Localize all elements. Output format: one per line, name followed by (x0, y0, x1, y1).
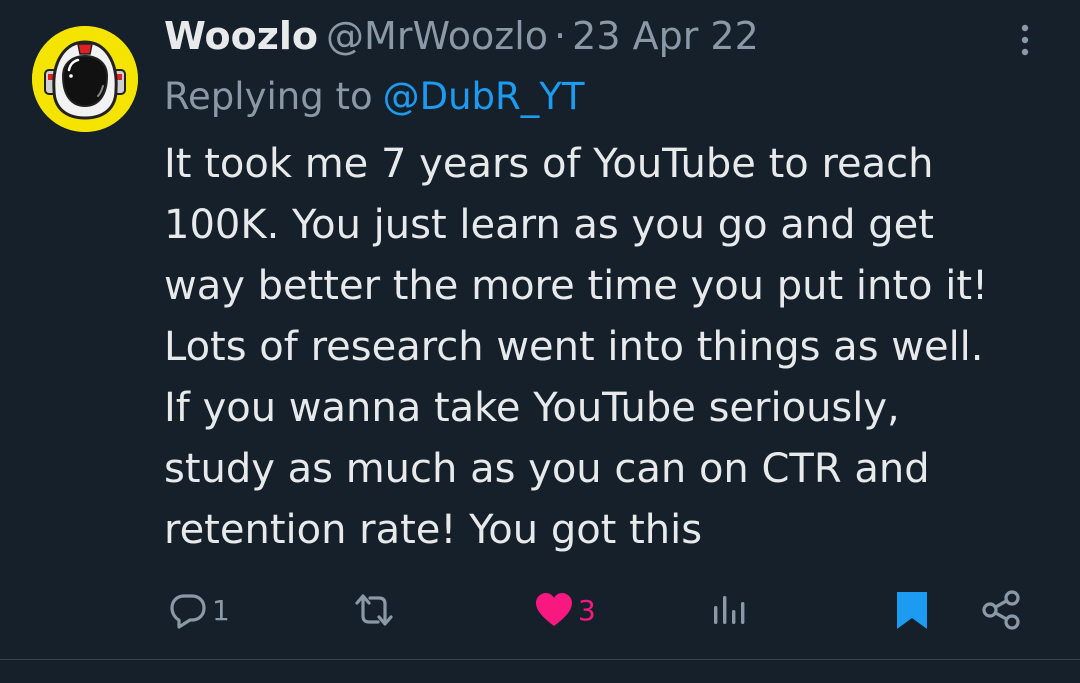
separator-dot: · (554, 14, 567, 58)
replying-to: Replying to @DubR_YT (164, 72, 584, 122)
user-handle[interactable]: @MrWoozlo (326, 14, 548, 58)
views-icon (714, 596, 745, 624)
display-name[interactable]: Woozlo (164, 14, 318, 58)
bookmark-button[interactable] (894, 580, 930, 640)
replying-to-label: Replying to (164, 75, 373, 118)
action-bar: 1 3 (0, 580, 1080, 640)
bookmark-icon (897, 592, 927, 629)
tweet-text-line: Lots of research went into things as wel… (164, 324, 984, 370)
tweet-text-line: way better the more time you put into it… (164, 263, 989, 309)
like-button[interactable]: 3 (534, 580, 596, 640)
reply-icon (170, 594, 206, 629)
like-count: 3 (578, 593, 596, 627)
tweet-text-line: 100K. You just learn as you go and get (164, 202, 934, 248)
replying-to-handle-link[interactable]: @DubR_YT (383, 75, 585, 118)
tweet-header: Woozlo @MrWoozlo · 23 Apr 22 (164, 10, 759, 62)
next-tweet-area (0, 660, 1080, 683)
tweet-text-line: If you wanna take YouTube seriously, (164, 385, 900, 431)
tweet-date[interactable]: 23 Apr 22 (572, 14, 759, 58)
astronaut-helmet-icon (32, 26, 138, 132)
tweet-text-line: retention rate! You got this (164, 507, 703, 553)
tweet[interactable]: Woozlo @MrWoozlo · 23 Apr 22 Replying to @Du… (0, 0, 1080, 660)
share-button[interactable] (980, 580, 1022, 640)
reply-count: 1 (212, 593, 230, 627)
reply-button[interactable]: 1 (168, 580, 230, 640)
share-icon (982, 590, 1020, 630)
more-vertical-icon (1021, 24, 1029, 56)
more-options-button[interactable] (1008, 18, 1042, 62)
tweet-text-line: It took me 7 years of YouTube to reach (164, 141, 934, 187)
retweet-button[interactable] (352, 580, 400, 640)
tweet-text-line: study as much as you can on CTR and (164, 446, 930, 492)
heart-icon (536, 593, 572, 626)
views-button[interactable] (710, 580, 752, 640)
avatar[interactable] (32, 26, 138, 132)
tweet-body: It took me 7 years of YouTube to reach 1… (164, 134, 1044, 561)
retweet-icon (355, 594, 393, 626)
